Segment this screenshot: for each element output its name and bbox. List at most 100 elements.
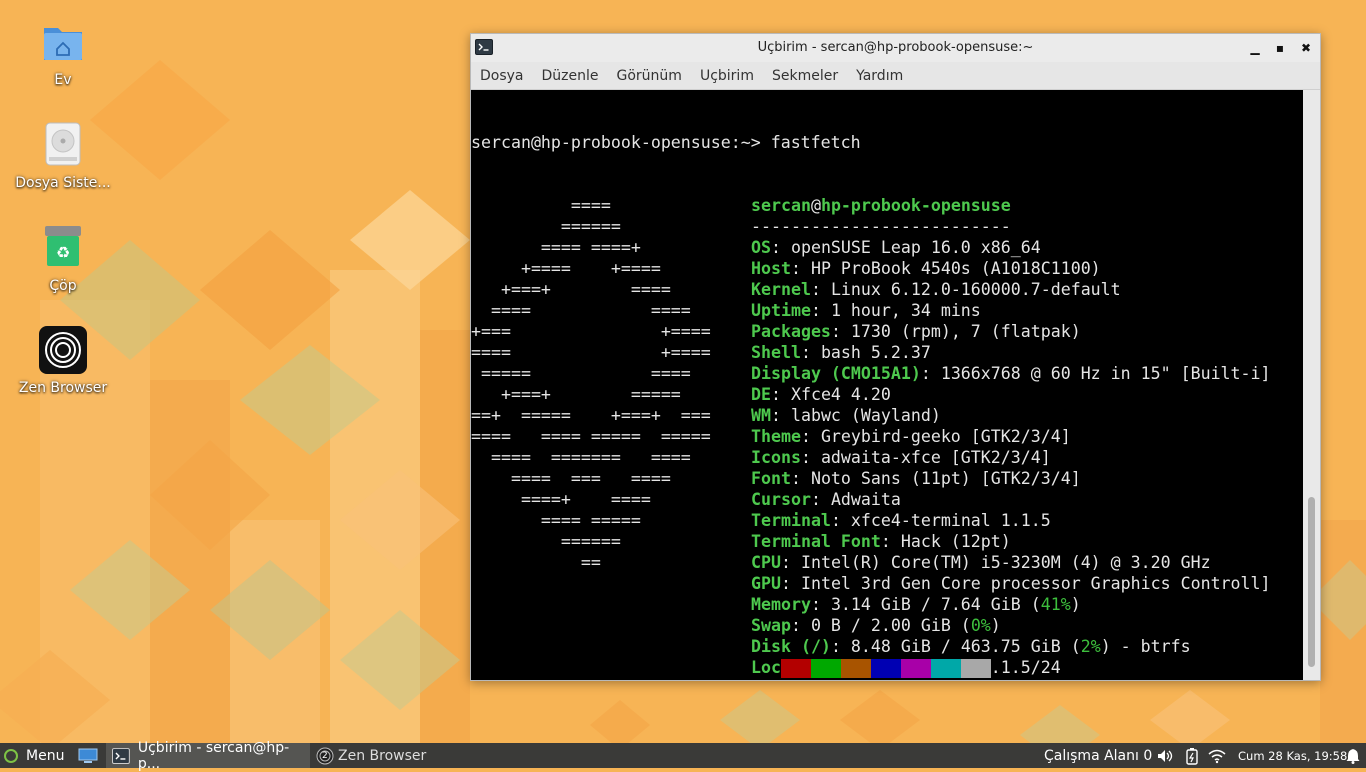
info-percent: 0% <box>941 679 961 680</box>
color-swatch <box>961 659 991 678</box>
desktop-icon-trash[interactable]: ♻ Çöp <box>8 224 118 294</box>
show-desktop-icon <box>78 748 98 763</box>
terminal-line: ==== === ==== Font: Noto Sans (11pt) [GTK… <box>471 469 1081 488</box>
info-key: Font <box>751 469 791 488</box>
info-suffix: ) - btrfs <box>1100 637 1191 656</box>
terminal-icon <box>112 747 130 764</box>
desktop-icon-filesystem[interactable]: Dosya Siste... <box>8 121 118 191</box>
ascii-logo-line: ==== <box>471 196 611 215</box>
info-value: 1 hour, 34 mins <box>830 301 981 320</box>
terminal-line: ====== Terminal Font: Hack (12pt) <box>471 532 1011 551</box>
terminal-output[interactable]: sercan@hp-probook-opensuse:~> fastfetch … <box>471 90 1303 680</box>
info-value: Linux 6.12.0-160000.7-default <box>830 280 1121 299</box>
show-desktop-button[interactable] <box>78 743 100 768</box>
info-value: Greybird-geeko [GTK2/3/4] <box>820 427 1071 446</box>
start-menu-button[interactable]: Menu <box>0 743 72 768</box>
info-value: Intel 3rd Gen Core processor Graphics Co… <box>800 574 1271 593</box>
terminal-line: ==+ ===== +===+ === WM: labwc (Wayland) <box>471 406 941 425</box>
ascii-logo-line: ==== ==== <box>471 301 691 320</box>
task-terminal[interactable]: Uçbirim - sercan@hp-p... <box>106 740 310 772</box>
info-value: Hack (12pt) <box>900 532 1011 551</box>
menu-dosya[interactable]: Dosya <box>480 68 524 84</box>
volume-icon[interactable] <box>1156 743 1174 768</box>
info-key: CPU <box>751 553 781 572</box>
info-value: 1730 (rpm), 7 (flatpak) <box>850 322 1081 341</box>
info-percent: 2% <box>1080 637 1101 656</box>
desktop-icon-label: Dosya Siste... <box>15 175 111 191</box>
workspace-switcher[interactable]: Çalışma Alanı 0 <box>1044 743 1152 768</box>
info-value: Intel(R) Core(TM) i5-3230M (4) @ 3.20 GH… <box>800 553 1211 572</box>
info-value: 1366x768 @ 60 Hz in 15" [Built-i] <box>940 364 1271 383</box>
info-value: adwaita-xfce [GTK2/3/4] <box>820 448 1051 467</box>
opensuse-logo-icon <box>4 748 18 763</box>
terminal-line: Memory: 3.14 GiB / 7.64 GiB (41%) <box>751 595 1081 614</box>
task-zen-browser[interactable]: 2 Zen Browser <box>312 743 516 768</box>
ascii-logo-line: ====+ ==== <box>471 490 651 509</box>
terminal-line: ==== ===== Terminal: xfce4-terminal 1.1.5 <box>471 511 1051 530</box>
terminal-line: Swap: 0 B / 2.00 GiB (0%) <box>751 616 1001 635</box>
ascii-logo-line: +==== +==== <box>471 259 661 278</box>
battery-charging-icon[interactable] <box>1184 743 1200 768</box>
close-button[interactable]: ✖ <box>1296 38 1316 58</box>
info-key: Battery (Primary) <box>751 679 921 680</box>
ascii-logo-line: +=== +==== <box>471 322 711 341</box>
home-folder-icon <box>39 18 87 66</box>
info-value: 8.48 GiB / 463.75 GiB ( <box>850 637 1081 656</box>
info-key: Uptime <box>751 301 811 320</box>
ascii-logo-line: ===== ==== <box>471 364 691 383</box>
color-swatch <box>931 659 961 678</box>
window-titlebar[interactable]: Uçbirim - sercan@hp-probook-opensuse:~ ▁… <box>471 34 1320 62</box>
desktop-icon-home[interactable]: Ev <box>8 18 118 88</box>
info-key: DE <box>751 385 771 404</box>
info-value: HP ProBook 4540s (A1018C1100) <box>810 259 1101 278</box>
info-value: openSUSE Leap 16.0 x86_64 <box>790 238 1041 257</box>
zen-browser-icon: 2 <box>316 747 334 765</box>
info-percent: 41% <box>1040 595 1071 614</box>
info-key: Packages <box>751 322 831 341</box>
maximize-button[interactable]: ▪ <box>1270 38 1290 58</box>
color-swatch <box>901 659 931 678</box>
info-key: Terminal <box>751 511 831 530</box>
terminal-line: ==== ==== ===== ===== Theme: Greybird-gee… <box>471 427 1071 446</box>
menu-yardim[interactable]: Yardım <box>856 68 903 84</box>
notification-bell-icon[interactable] <box>1346 743 1360 768</box>
info-value: Adwaita <box>830 490 901 509</box>
color-swatches <box>781 659 991 678</box>
ascii-logo-line: ==== === ==== <box>471 469 671 488</box>
fetch-at: @ <box>810 196 821 215</box>
menu-gorunum[interactable]: Görünüm <box>617 68 682 84</box>
clock[interactable]: Cum 28 Kas, 19:58 <box>1238 743 1347 768</box>
window-menubar: Dosya Düzenle Görünüm Uçbirim Sekmeler Y… <box>471 62 1320 90</box>
ascii-logo-line: ==== ======= ==== <box>471 448 691 467</box>
info-value: Xfce4 4.20 <box>790 385 891 404</box>
desktop-icon-zen-browser[interactable]: Zen Browser <box>8 326 118 396</box>
info-suffix: ) <box>1070 595 1081 614</box>
terminal-line: +===+ ===== DE: Xfce4 4.20 <box>471 385 891 404</box>
terminal-scrollbar[interactable] <box>1303 90 1320 680</box>
menu-duzenle[interactable]: Düzenle <box>542 68 599 84</box>
fetch-host: hp-probook-opensuse <box>820 196 1011 215</box>
task-label: Uçbirim - sercan@hp-p... <box>137 739 290 772</box>
fetch-user: sercan <box>751 196 811 215</box>
scrollbar-thumb[interactable] <box>1308 497 1315 667</box>
terminal-line: == CPU: Intel(R) Core(TM) i5-3230M (4) @ … <box>471 553 1211 572</box>
wifi-icon[interactable] <box>1208 743 1226 768</box>
minimize-button[interactable]: ▁ <box>1245 38 1265 58</box>
menu-ucbirim[interactable]: Uçbirim <box>700 68 754 84</box>
terminal-line: +===+ ==== Kernel: Linux 6.12.0-160000.7-… <box>471 280 1121 299</box>
task-badge: 2 <box>322 750 328 761</box>
desktop-icon-label: Zen Browser <box>18 380 108 396</box>
taskbar: Menu Uçbirim - sercan@hp-p... 2 Zen Brow… <box>0 740 1366 772</box>
color-swatch <box>841 659 871 678</box>
menu-sekmeler[interactable]: Sekmeler <box>772 68 838 84</box>
terminal-line: ====+ ==== Cursor: Adwaita <box>471 490 901 509</box>
info-key: Swap <box>751 616 791 635</box>
desktop-icon-label: Ev <box>54 72 72 88</box>
terminal-window[interactable]: Uçbirim - sercan@hp-probook-opensuse:~ ▁… <box>470 33 1321 681</box>
terminal-line: ==== +==== Shell: bash 5.2.37 <box>471 343 931 362</box>
terminal-line: ==== ==== Uptime: 1 hour, 34 mins <box>471 301 981 320</box>
ascii-logo-line: ====== <box>471 532 621 551</box>
ascii-logo-line: ==== ==== ===== ===== <box>471 427 711 446</box>
fetch-separator: -------------------------- <box>751 217 1011 236</box>
color-swatch <box>781 659 811 678</box>
